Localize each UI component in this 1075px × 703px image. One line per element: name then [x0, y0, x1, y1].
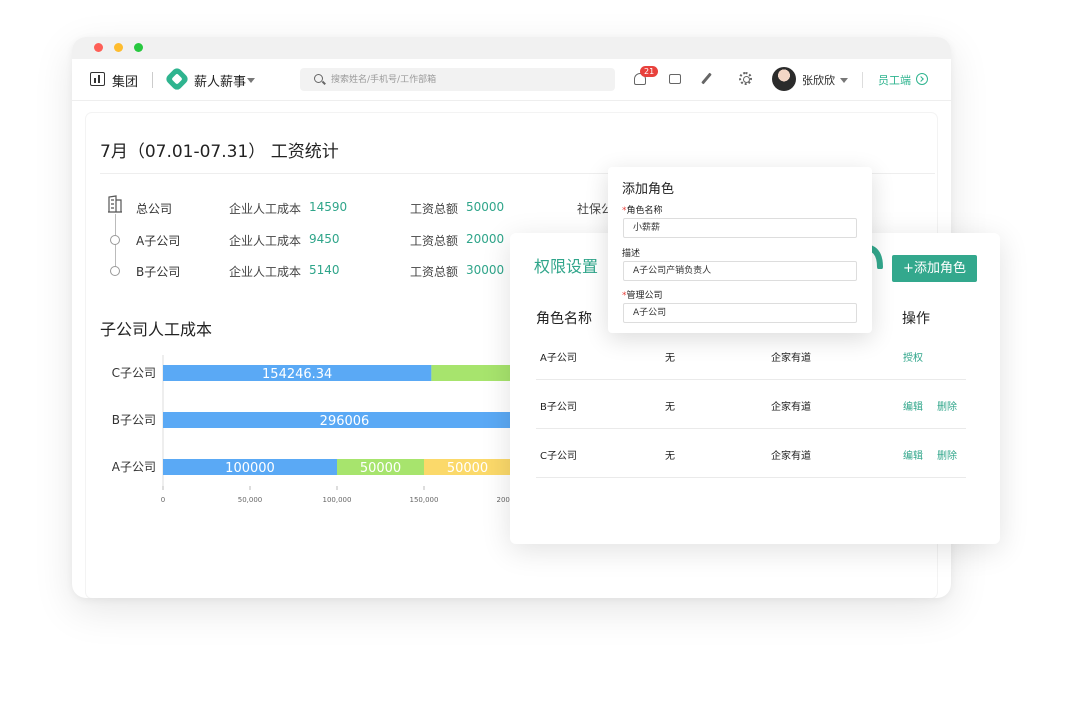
- group-switch-link[interactable]: 集团: [112, 71, 138, 90]
- close-window-button[interactable]: [94, 43, 103, 52]
- salary-value: 50000: [466, 200, 505, 214]
- category-label: B子公司: [112, 413, 156, 427]
- delete-link[interactable]: 删除: [937, 447, 957, 462]
- field-label-text: 描述: [622, 249, 641, 259]
- table-row-divider: [536, 379, 966, 380]
- cost-label: 企业人工成本: [229, 265, 302, 279]
- panel-title: 权限设置: [534, 257, 599, 276]
- description-input[interactable]: A子公司产销负责人: [623, 261, 857, 281]
- brand-logo-icon: [164, 66, 190, 92]
- table-row-divider: [536, 477, 966, 478]
- cost-value: 14590: [309, 200, 348, 214]
- field-label-text: 管理公司: [626, 291, 663, 301]
- avatar[interactable]: [772, 67, 796, 91]
- bar-value-label: 296006: [320, 414, 370, 429]
- salary-label: 工资总额: [410, 234, 459, 248]
- cost-label: 企业人工成本: [229, 202, 302, 216]
- divider: [152, 72, 153, 88]
- bar-value-label: 50000: [447, 461, 488, 476]
- search-input[interactable]: [331, 71, 601, 88]
- notification-badge: 21: [640, 66, 659, 77]
- minimize-window-button[interactable]: [114, 43, 123, 52]
- table-cell-role: B子公司: [540, 402, 577, 413]
- arrow-right-circle-icon[interactable]: [916, 73, 928, 85]
- bar-value-label: 154246.34: [262, 367, 332, 382]
- bar-value-label: 100000: [225, 461, 275, 476]
- dialog-title: 添加角色: [622, 182, 675, 197]
- x-tick-label: 150,000: [410, 496, 439, 504]
- managed-company-label: *管理公司: [622, 288, 663, 301]
- staff-portal-link[interactable]: 员工端: [878, 72, 911, 88]
- cost-value: 5140: [309, 263, 340, 277]
- divider: [862, 72, 863, 88]
- column-header-role: 角色名称: [536, 311, 592, 327]
- x-tick-label: 0: [161, 496, 165, 504]
- edit-link[interactable]: 编辑: [903, 447, 923, 462]
- delete-link[interactable]: 删除: [937, 398, 957, 413]
- column-header-action: 操作: [902, 311, 930, 327]
- inbox-icon[interactable]: [669, 74, 681, 84]
- salary-value: 30000: [466, 263, 505, 277]
- user-name[interactable]: 张欣欣: [802, 72, 835, 88]
- window-titlebar: [72, 37, 951, 59]
- x-tick-label: 50,000: [238, 496, 263, 504]
- cost-bar-chart: C子公司 B子公司 A子公司 154246.34 296006 100000 50000 50…: [112, 355, 516, 504]
- building-icon: [108, 195, 122, 213]
- company-name: A子公司: [136, 234, 181, 248]
- maximize-window-button[interactable]: [134, 43, 143, 52]
- x-tick-label: 100,000: [323, 496, 352, 504]
- tree-node: [110, 266, 120, 276]
- top-navigation-bar: 集团 薪人薪事 21 张欣欣 员工端: [72, 59, 951, 101]
- role-name-input[interactable]: 小薪薪: [623, 218, 857, 238]
- search-box[interactable]: [300, 68, 615, 91]
- cost-label: 企业人工成本: [229, 234, 302, 248]
- add-role-button[interactable]: +添加角色: [892, 255, 977, 282]
- managed-company-select[interactable]: A子公司: [623, 303, 857, 323]
- company-name: B子公司: [136, 265, 181, 279]
- table-cell: 无: [665, 353, 675, 364]
- table-cell: 企家有道: [771, 402, 811, 413]
- search-icon: [314, 74, 323, 83]
- company-name: 总公司: [136, 202, 173, 216]
- page-title: 7月（07.01-07.31） 工资统计: [100, 142, 339, 162]
- salary-label: 工资总额: [410, 265, 459, 279]
- cost-value: 9450: [309, 232, 340, 246]
- bar-segment: [431, 365, 515, 381]
- table-row-divider: [536, 428, 966, 429]
- salary-label: 工资总额: [410, 202, 459, 216]
- authorize-link[interactable]: 授权: [903, 349, 923, 364]
- field-label-text: 角色名称: [626, 206, 663, 216]
- bar-value-label: 50000: [360, 461, 401, 476]
- bar-chart-icon: [90, 72, 105, 86]
- table-cell: 无: [665, 451, 675, 462]
- table-cell-role: C子公司: [540, 451, 577, 462]
- chevron-down-icon[interactable]: [247, 78, 255, 83]
- salary-value: 20000: [466, 232, 505, 246]
- table-cell: 企家有道: [771, 451, 811, 462]
- company-switcher[interactable]: 薪人薪事: [194, 71, 246, 90]
- chart-title: 子公司人工成本: [100, 320, 213, 339]
- edit-icon[interactable]: [701, 72, 712, 85]
- edit-link[interactable]: 编辑: [903, 398, 923, 413]
- role-name-label: *角色名称: [622, 203, 663, 216]
- table-cell: 无: [665, 402, 675, 413]
- category-label: C子公司: [112, 366, 156, 380]
- category-label: A子公司: [112, 460, 156, 474]
- add-role-dialog: 添加角色 *角色名称 小薪薪 描述 A子公司产销负责人 *管理公司 A子公司: [608, 167, 872, 333]
- gear-icon[interactable]: [739, 72, 752, 85]
- chevron-down-icon[interactable]: [840, 78, 848, 83]
- table-cell: 企家有道: [771, 353, 811, 364]
- tree-node: [110, 235, 120, 245]
- table-cell-role: A子公司: [540, 353, 577, 364]
- description-label: 描述: [622, 246, 640, 259]
